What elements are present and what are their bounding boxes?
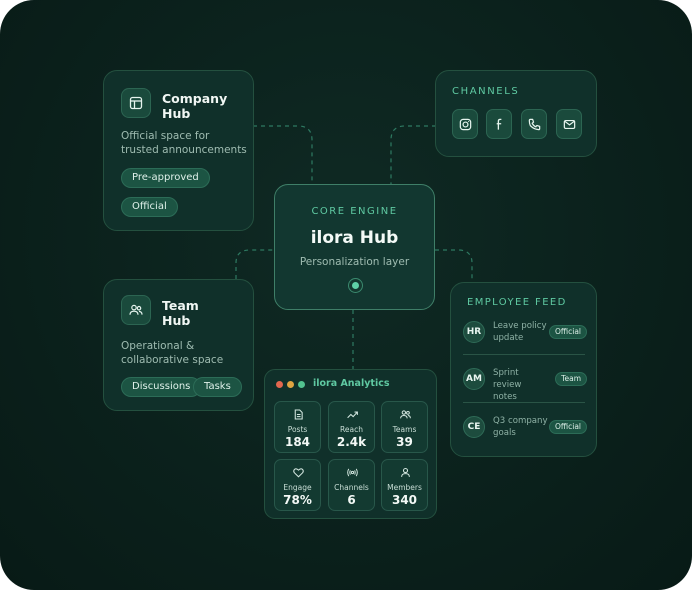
stat-label: Teams bbox=[392, 425, 417, 434]
analytics-title: ilora Analytics bbox=[313, 378, 390, 389]
stat-value: 184 bbox=[284, 435, 311, 449]
status-badge: Official bbox=[548, 420, 587, 434]
feed-item[interactable]: AM Sprint review notes Team bbox=[463, 368, 587, 402]
feed-item[interactable]: HR Leave policy update Official bbox=[463, 321, 587, 351]
mail-icon[interactable] bbox=[556, 109, 582, 139]
stat-label: Reach bbox=[340, 425, 363, 434]
connector-feed bbox=[435, 249, 473, 282]
company-hub-description: Official space for trusted announcements bbox=[121, 130, 247, 156]
heart-icon bbox=[293, 468, 304, 478]
broadcast-icon bbox=[347, 468, 358, 477]
stat-tile-members[interactable]: Members 340 bbox=[381, 459, 428, 511]
stat-tile-posts[interactable]: Posts 184 bbox=[274, 401, 321, 453]
status-badge: Team bbox=[555, 372, 587, 386]
team-hub-card[interactable]: Team Hub Operational & collaborative spa… bbox=[103, 279, 254, 411]
channels-card: CHANNELS bbox=[435, 70, 597, 157]
company-hub-title: Company Hub bbox=[162, 91, 228, 121]
avatar: HR bbox=[463, 321, 485, 343]
stat-tile-channels[interactable]: Channels 6 bbox=[328, 459, 375, 511]
employee-feed-card: EMPLOYEE FEED HR Leave policy update Off… bbox=[450, 282, 597, 457]
feed-item[interactable]: CE Q3 company goals Official bbox=[463, 416, 587, 446]
phone-icon[interactable] bbox=[521, 109, 547, 139]
connector-team-hub bbox=[235, 249, 275, 279]
tag-discussions[interactable]: Discussions bbox=[121, 377, 202, 397]
stat-tile-engage[interactable]: Engage 78% bbox=[274, 459, 321, 511]
team-hub-description: Operational & collaborative space bbox=[121, 340, 224, 366]
instagram-icon[interactable] bbox=[452, 109, 478, 139]
feed-item-text: Leave policy update bbox=[493, 321, 547, 343]
document-icon bbox=[294, 409, 303, 420]
stat-label: Channels bbox=[334, 483, 369, 492]
company-hub-card[interactable]: Company Hub Official space for trusted a… bbox=[103, 70, 254, 231]
stat-tile-reach[interactable]: Reach 2.4k bbox=[328, 401, 375, 453]
stat-label: Members bbox=[387, 483, 422, 492]
team-icon bbox=[400, 410, 411, 419]
users-icon bbox=[121, 295, 151, 325]
core-engine-title: ilora Hub bbox=[310, 228, 399, 248]
core-engine-label: CORE ENGINE bbox=[311, 206, 398, 217]
connector-channels bbox=[390, 125, 436, 184]
core-engine-card[interactable]: CORE ENGINE ilora Hub Personalization la… bbox=[274, 184, 435, 310]
channels-heading: CHANNELS bbox=[452, 86, 520, 97]
stat-value: 78% bbox=[283, 493, 312, 507]
status-indicator bbox=[348, 278, 363, 293]
avatar: AM bbox=[463, 368, 485, 390]
status-badge: Official bbox=[548, 325, 587, 339]
window-dot-close bbox=[276, 381, 283, 388]
window-dot-minimize bbox=[287, 381, 294, 388]
stat-label: Engage bbox=[283, 483, 312, 492]
connector-company-hub bbox=[253, 125, 313, 184]
layout-icon bbox=[121, 88, 151, 118]
tag-tasks[interactable]: Tasks bbox=[193, 377, 242, 397]
stat-value: 39 bbox=[396, 435, 413, 449]
diagram-canvas: Company Hub Official space for trusted a… bbox=[0, 0, 692, 590]
feed-item-text: Sprint review notes bbox=[493, 368, 522, 402]
employee-feed-heading: EMPLOYEE FEED bbox=[467, 297, 567, 308]
person-icon bbox=[401, 467, 410, 477]
avatar: CE bbox=[463, 416, 485, 438]
team-hub-title: Team Hub bbox=[162, 298, 199, 328]
stat-tile-teams[interactable]: Teams 39 bbox=[381, 401, 428, 453]
tag-pre-approved[interactable]: Pre-approved bbox=[121, 168, 210, 188]
trend-icon bbox=[347, 411, 358, 419]
divider bbox=[463, 354, 585, 355]
divider bbox=[463, 402, 585, 403]
stat-value: 6 bbox=[347, 493, 356, 507]
analytics-window: ilora Analytics Posts 184 Reach 2.4k Tea… bbox=[264, 369, 437, 519]
stat-label: Posts bbox=[287, 425, 308, 434]
facebook-icon[interactable] bbox=[486, 109, 512, 139]
stat-value: 2.4k bbox=[336, 435, 367, 449]
tag-official[interactable]: Official bbox=[121, 197, 178, 217]
core-engine-subtitle: Personalization layer bbox=[299, 256, 410, 268]
feed-item-text: Q3 company goals bbox=[493, 416, 548, 438]
window-dot-maximize bbox=[298, 381, 305, 388]
stat-value: 340 bbox=[391, 493, 418, 507]
